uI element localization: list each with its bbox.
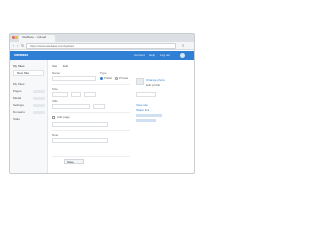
sidebar-item-label: Domains xyxy=(13,111,25,114)
sidebar-item-label: Media xyxy=(13,97,22,100)
sidebar-title: My Sites xyxy=(13,65,25,68)
radio-public-label: Public xyxy=(104,77,113,80)
name-label: Name xyxy=(52,72,61,75)
link-placeholder[interactable] xyxy=(136,114,162,117)
browser-toolbar: ‹ › ↻ https://www.sitebase.com/upload ≡ xyxy=(10,42,194,50)
share-link[interactable]: Share link xyxy=(136,109,149,112)
avatar[interactable] xyxy=(180,53,185,58)
menu-icon[interactable]: ≡ xyxy=(182,44,184,48)
view-site-link[interactable]: View site xyxy=(136,104,148,107)
add-page-label: Add page xyxy=(57,116,70,119)
radio-private[interactable] xyxy=(115,77,118,80)
note-label: Note xyxy=(52,134,59,137)
radio-private-label: Private xyxy=(119,77,129,80)
header-link-account[interactable]: Account xyxy=(134,54,145,57)
sidebar: My Sites New Site My Sites Pages Media S… xyxy=(10,60,48,173)
url-label: URL xyxy=(52,100,59,103)
sidebar-item-media[interactable]: Media xyxy=(13,97,45,101)
sidebar-item-label: Settings xyxy=(13,104,24,107)
brand-logo[interactable]: siteBase xyxy=(14,54,28,58)
page-title-input[interactable] xyxy=(52,122,108,127)
address-bar-url: https://www.sitebase.com/upload xyxy=(30,45,74,48)
sidebar-item-pages[interactable]: Pages xyxy=(13,90,45,94)
count-badge xyxy=(33,104,45,107)
divider xyxy=(52,130,130,131)
breadcrumb-site[interactable]: Site xyxy=(52,65,57,68)
size-input[interactable] xyxy=(52,92,68,97)
profile-image[interactable] xyxy=(136,78,144,85)
reload-icon[interactable]: ↻ xyxy=(21,44,24,48)
size-extra-input[interactable] xyxy=(84,92,96,97)
sidebar-item-label: My Sites xyxy=(13,83,25,86)
sidebar-item-settings[interactable]: Settings xyxy=(13,104,45,108)
radio-public[interactable] xyxy=(100,77,103,80)
save-button[interactable]: Save xyxy=(64,159,84,164)
header-link-help[interactable]: Help xyxy=(149,54,155,57)
name-input[interactable] xyxy=(52,76,96,81)
url-suffix-input[interactable] xyxy=(93,104,105,109)
new-site-button-label: New Site xyxy=(17,72,30,75)
count-badge xyxy=(33,111,45,114)
sidebar-item-domains[interactable]: Domains xyxy=(13,111,45,115)
note-input[interactable] xyxy=(52,138,108,143)
change-photo-link[interactable]: Change photo xyxy=(146,79,165,82)
browser-tab[interactable]: SiteBase - Upload xyxy=(19,35,55,42)
count-badge xyxy=(33,97,45,100)
new-site-button[interactable]: New Site xyxy=(13,70,44,76)
main-content: Site Edit Name Type Public Private Size … xyxy=(48,60,194,173)
forward-icon[interactable]: › xyxy=(17,44,18,48)
app-header: siteBase Account Help Log out xyxy=(10,51,194,60)
type-label: Type xyxy=(100,72,107,75)
size-unit-select[interactable] xyxy=(71,92,81,97)
add-page-checkbox[interactable] xyxy=(52,116,55,119)
tab-strip: SiteBase - Upload xyxy=(10,34,194,42)
divider xyxy=(52,156,130,157)
size-label: Size xyxy=(52,88,58,91)
save-button-label: Save xyxy=(67,161,74,164)
link-placeholder[interactable] xyxy=(136,119,156,122)
edit-profile-link[interactable]: Edit profile xyxy=(146,84,160,87)
sidebar-item-label: Stats xyxy=(13,118,20,121)
header-link-logout[interactable]: Log out xyxy=(160,54,170,57)
divider xyxy=(52,84,130,85)
back-icon[interactable]: ‹ xyxy=(13,44,14,48)
browser-window: SiteBase - Upload ‹ › ↻ https://www.site… xyxy=(9,33,195,174)
breadcrumb-edit[interactable]: Edit xyxy=(63,65,68,68)
url-input[interactable] xyxy=(52,104,90,109)
sidebar-item-label: Pages xyxy=(13,90,22,93)
count-badge xyxy=(33,90,45,93)
minimize-window-icon[interactable] xyxy=(15,36,18,39)
divider xyxy=(52,112,130,113)
address-bar[interactable]: https://www.sitebase.com/upload xyxy=(26,43,176,49)
browser-tab-title: SiteBase - Upload xyxy=(22,36,47,39)
side-select[interactable] xyxy=(136,92,156,97)
